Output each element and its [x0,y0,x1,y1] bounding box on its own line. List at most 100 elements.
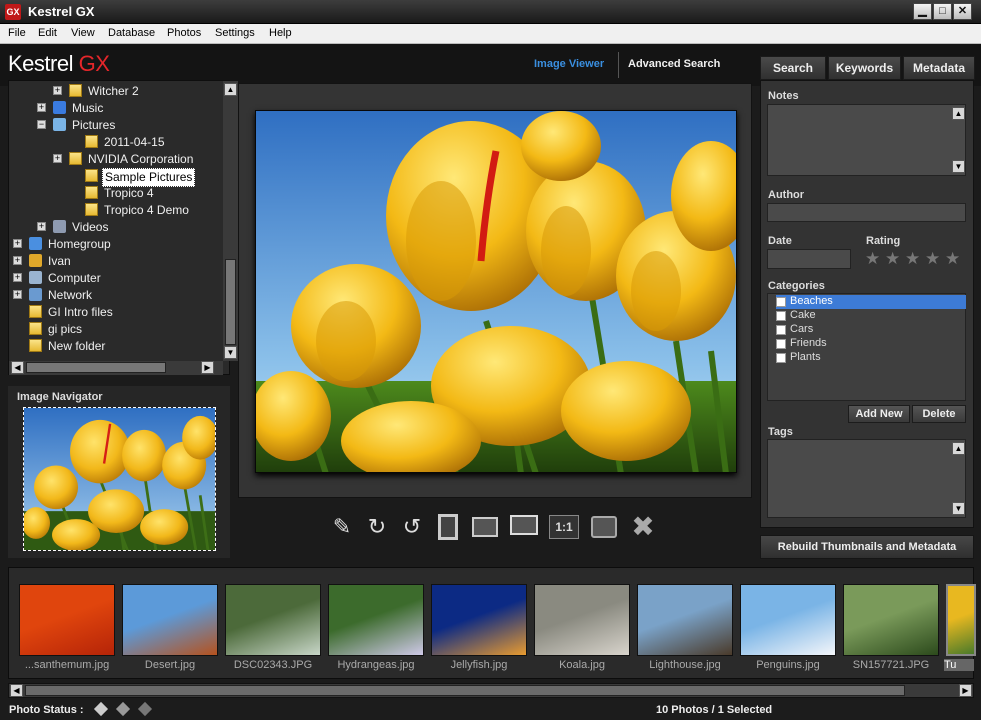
menu-file[interactable]: File [8,27,26,39]
status-diamond-icon[interactable] [93,701,109,717]
status-diamond-icon[interactable] [115,701,131,717]
star-icon[interactable]: ★ [905,249,920,269]
thumbnail[interactable] [431,584,527,656]
tree-item[interactable]: + Ivan [9,253,214,270]
expand-icon[interactable]: + [53,86,62,95]
thumbnail[interactable] [740,584,836,656]
tab-metadata[interactable]: Metadata [903,56,975,80]
scroll-right-icon[interactable]: ▶ [959,684,972,697]
tree-item[interactable]: + NVIDIA Corporation [9,151,214,168]
menu-database[interactable]: Database [108,27,155,39]
thumbnail[interactable] [637,584,733,656]
close-button[interactable]: ✕ [953,3,972,20]
expand-icon[interactable]: + [13,239,22,248]
scroll-thumb[interactable] [25,685,905,696]
navigator-preview[interactable] [23,407,216,551]
rebuild-thumbnails-button[interactable]: Rebuild Thumbnails and Metadata [760,535,974,559]
category-checkbox[interactable] [776,353,786,363]
category-checkbox[interactable] [776,325,786,335]
expand-icon[interactable]: + [53,154,62,163]
tree-item[interactable]: + Witcher 2 [9,83,214,100]
expand-icon[interactable]: + [13,256,22,265]
scroll-right-icon[interactable]: ▶ [201,361,214,374]
tree-item[interactable]: + Music [9,100,214,117]
maximize-button[interactable]: □ [933,3,952,20]
scroll-up-icon[interactable]: ▲ [224,83,237,96]
collapse-icon[interactable]: − [37,120,46,129]
menu-settings[interactable]: Settings [215,27,255,39]
expand-icon[interactable]: + [37,222,46,231]
tab-keywords[interactable]: Keywords [828,56,901,80]
tree-item[interactable]: + Computer [9,270,214,287]
scroll-down-icon[interactable]: ▼ [224,346,237,359]
tree-item[interactable]: gi pics [9,321,214,338]
tree-item[interactable]: New folder [9,338,214,355]
tree-item[interactable]: GI Intro files [9,304,214,321]
menu-photos[interactable]: Photos [167,27,201,39]
scroll-left-icon[interactable]: ◀ [10,684,23,697]
scroll-thumb[interactable] [225,259,236,345]
expand-icon[interactable]: + [37,103,46,112]
tree-item[interactable]: + Homegroup [9,236,214,253]
tree-item[interactable]: Tropico 4 Demo [9,202,214,219]
thumbnail[interactable] [19,584,115,656]
menu-view[interactable]: View [71,27,95,39]
menu-edit[interactable]: Edit [38,27,57,39]
fullscreen-icon[interactable] [589,512,619,542]
filmstrip-icon[interactable] [433,512,463,542]
tab-image-viewer[interactable]: Image Viewer [534,58,604,70]
resize-icon[interactable] [470,512,500,542]
category-item[interactable]: Beaches [776,295,966,309]
pencil-icon[interactable]: ✎ [327,512,357,542]
delete-category-button[interactable]: Delete [912,405,966,423]
star-icon[interactable]: ★ [925,249,940,269]
actual-size-icon[interactable]: 1:1 [549,515,579,539]
tree-horizontal-scrollbar[interactable]: ◀ ▶ [9,361,223,375]
scroll-down-icon[interactable]: ▼ [952,502,965,515]
category-item[interactable]: Cars [776,323,966,337]
thumbnail[interactable] [225,584,321,656]
category-checkbox[interactable] [776,297,786,307]
add-new-button[interactable]: Add New [848,405,910,423]
notes-field[interactable]: ▲ ▼ [767,104,966,176]
scroll-up-icon[interactable]: ▲ [952,442,965,455]
scroll-up-icon[interactable]: ▲ [952,107,965,120]
thumbnail[interactable] [534,584,630,656]
rotate-left-icon[interactable]: ↺ [397,512,427,542]
monitor-icon[interactable] [509,512,539,542]
tree-item[interactable]: − Pictures [9,117,214,134]
expand-icon[interactable]: + [13,290,22,299]
filmstrip-scrollbar[interactable]: ◀ ▶ [8,683,974,698]
star-icon[interactable]: ★ [885,249,900,269]
category-item[interactable]: Cake [776,309,966,323]
author-field[interactable] [767,203,966,222]
category-checkbox[interactable] [776,339,786,349]
tree-vertical-scrollbar[interactable]: ▲ ▼ [223,81,238,361]
star-icon[interactable]: ★ [865,249,880,269]
category-checkbox[interactable] [776,311,786,321]
tree-item[interactable]: 2011-04-15 [9,134,214,151]
star-icon[interactable]: ★ [945,249,960,269]
thumbnail[interactable] [122,584,218,656]
tree-item[interactable]: + Network [9,287,214,304]
category-item[interactable]: Friends [776,337,966,351]
scroll-left-icon[interactable]: ◀ [11,361,24,374]
rotate-right-icon[interactable]: ↻ [362,512,392,542]
status-diamond-icon[interactable] [137,701,153,717]
category-item[interactable]: Plants [776,351,966,365]
delete-icon[interactable]: ✖ [628,512,658,542]
minimize-button[interactable]: ▁ [913,3,932,20]
menu-help[interactable]: Help [269,27,292,39]
tab-advanced-search[interactable]: Advanced Search [628,58,720,70]
tree-item[interactable]: Sample Pictures [9,168,214,187]
expand-icon[interactable]: + [13,273,22,282]
tree-item[interactable]: Tropico 4 [9,185,214,202]
main-image[interactable] [255,110,737,473]
thumbnail[interactable] [843,584,939,656]
tab-search[interactable]: Search [760,56,826,80]
scroll-thumb[interactable] [26,362,166,373]
tree-item[interactable]: + Videos [9,219,214,236]
scroll-down-icon[interactable]: ▼ [952,160,965,173]
thumbnail[interactable] [328,584,424,656]
tags-field[interactable]: ▲ ▼ [767,439,966,518]
